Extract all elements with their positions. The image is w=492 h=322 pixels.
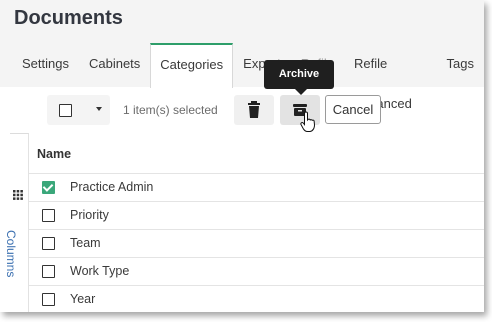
row-checkbox[interactable] <box>42 293 55 306</box>
table-row[interactable]: Practice Admin <box>29 173 484 202</box>
check-icon <box>42 181 54 192</box>
table-row[interactable]: Year <box>29 285 484 312</box>
tab-cabinets[interactable]: Cabinets <box>79 43 150 85</box>
page-header: Documents Settings Cabinets Categories E… <box>0 0 484 111</box>
row-checkbox[interactable] <box>42 265 55 278</box>
tab-bar: Settings Cabinets Categories Export Refi… <box>12 43 484 111</box>
delete-button[interactable] <box>234 95 274 125</box>
row-checkbox[interactable] <box>42 209 55 222</box>
row-checkbox[interactable] <box>42 181 55 194</box>
columns-side-panel[interactable] <box>10 133 29 312</box>
table-row[interactable]: Work Type <box>29 257 484 286</box>
select-all-checkbox[interactable] <box>59 104 72 117</box>
tooltip-arrow <box>295 89 307 95</box>
row-label: Priority <box>70 208 109 222</box>
tab-categories[interactable]: Categories <box>150 43 234 88</box>
columns-label[interactable]: Columns <box>4 230 18 277</box>
archive-tooltip: Archive <box>264 60 334 89</box>
hand-cursor-icon <box>300 111 316 132</box>
selection-count: 1 item(s) selected <box>123 103 218 117</box>
tab-settings[interactable]: Settings <box>12 43 79 85</box>
chevron-down-icon[interactable] <box>96 107 102 111</box>
row-label: Team <box>70 236 101 250</box>
table-row[interactable]: Priority <box>29 201 484 230</box>
column-header-name[interactable]: Name <box>37 147 71 161</box>
row-checkbox[interactable] <box>42 237 55 250</box>
row-label: Year <box>70 292 96 306</box>
tab-refile-advanced[interactable]: Refile Advanced <box>344 43 437 111</box>
cancel-button[interactable]: Cancel <box>325 95 381 124</box>
row-label: Practice Admin <box>70 180 154 194</box>
tab-tags[interactable]: Tags <box>437 43 484 85</box>
app-window: Documents Settings Cabinets Categories E… <box>0 0 484 312</box>
page-title: Documents <box>14 7 123 29</box>
row-label: Work Type <box>70 264 130 278</box>
trash-icon <box>248 101 260 118</box>
grid-icon[interactable] <box>13 190 23 203</box>
select-all-dropdown[interactable] <box>47 95 110 125</box>
table-row[interactable]: Team <box>29 229 484 258</box>
